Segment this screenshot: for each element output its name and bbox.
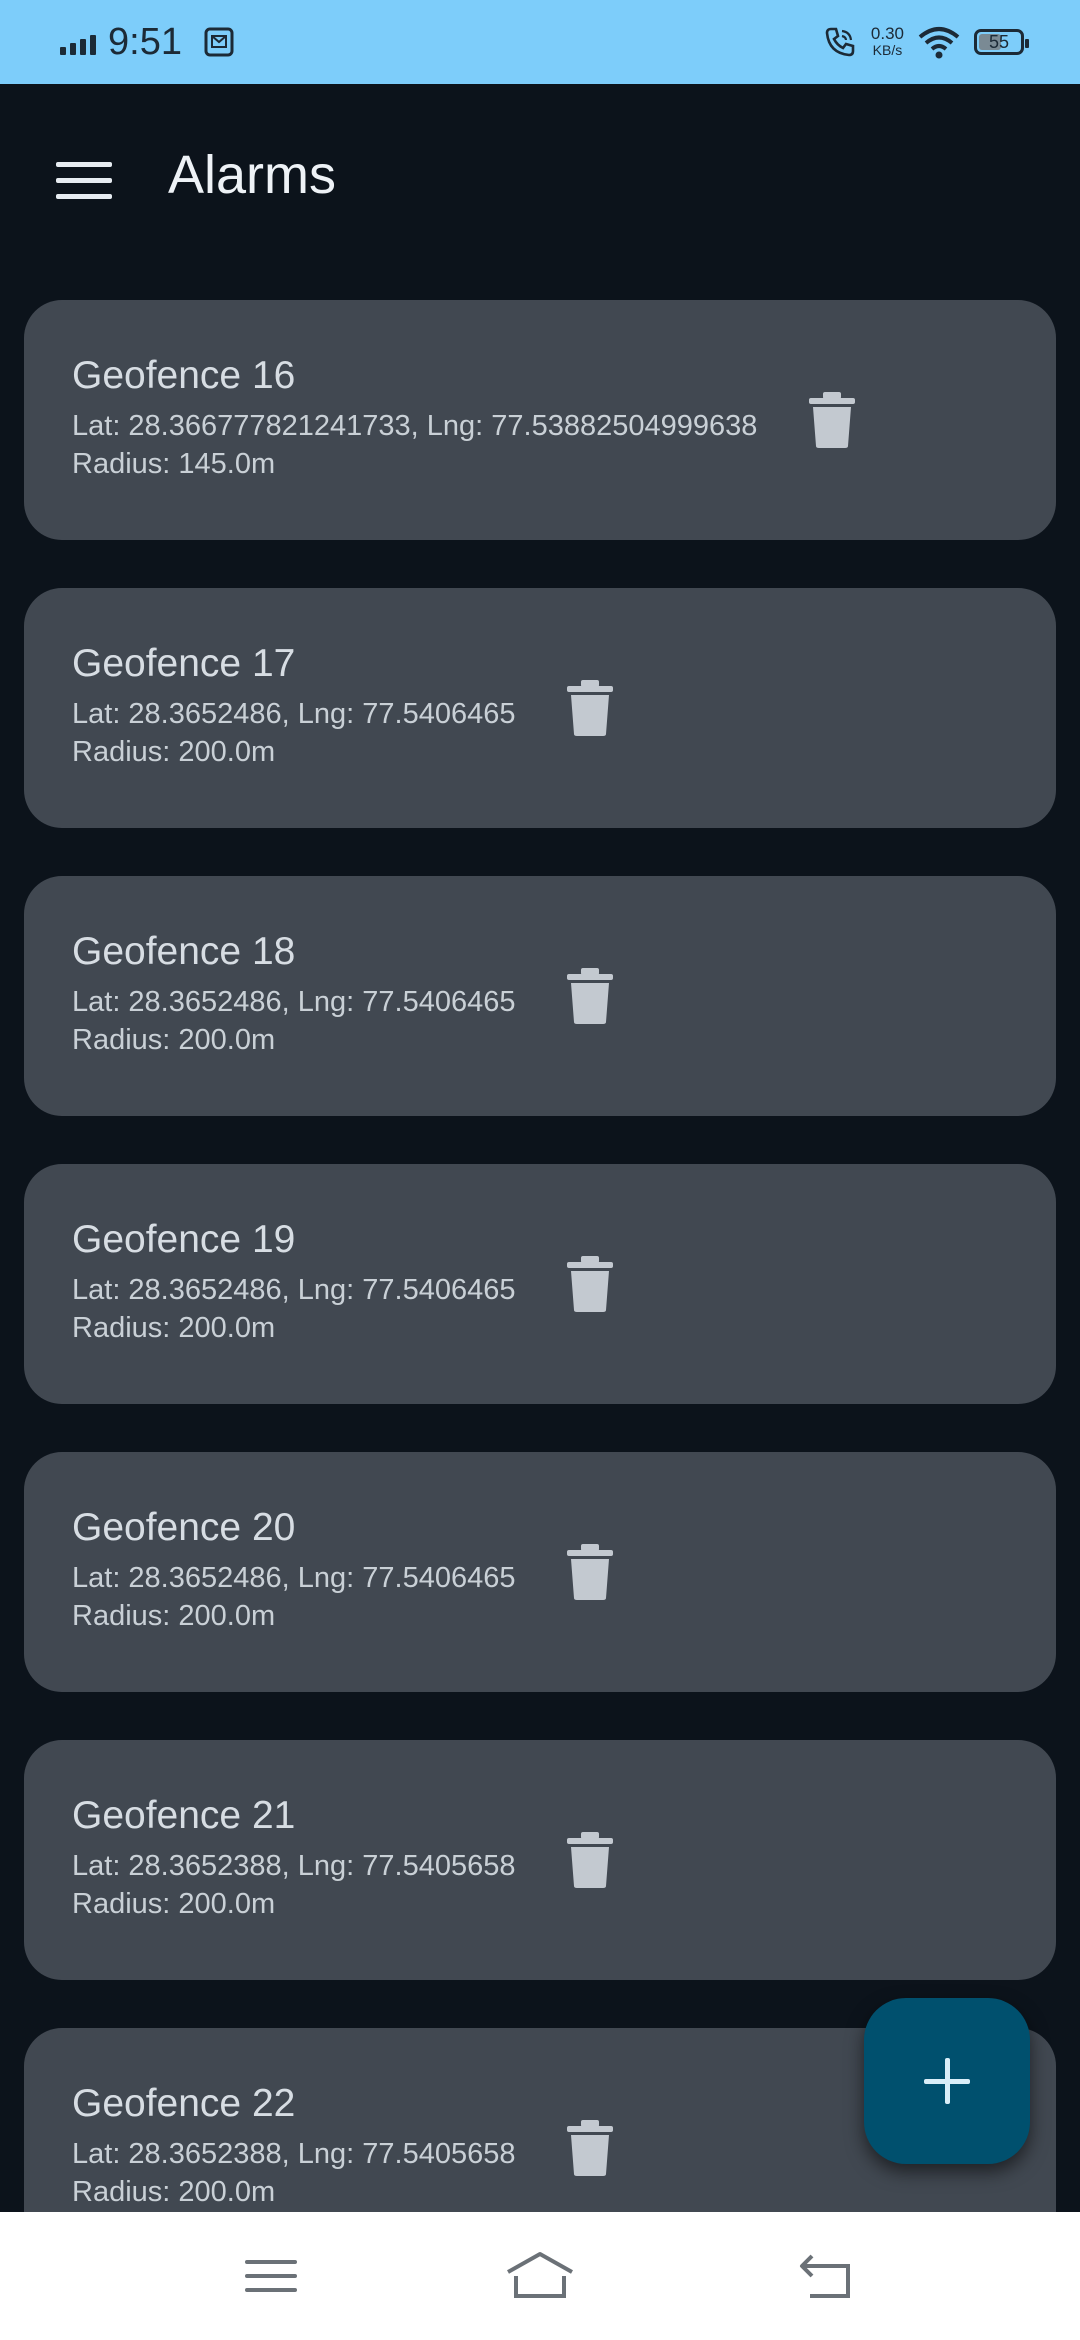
trash-icon[interactable]: [567, 678, 613, 736]
geofence-name: Geofence 22: [72, 2082, 296, 2125]
status-bar: 9:51 0.30 KB/s 55: [0, 0, 1080, 84]
page-title: Alarms: [168, 145, 337, 205]
geofence-card[interactable]: Geofence 18 Lat: 28.3652486, Lng: 77.5406…: [24, 876, 1056, 1116]
trash-icon[interactable]: [567, 2118, 613, 2176]
geofence-coordinates: Lat: 28.3652486, Lng: 77.5406465: [72, 698, 516, 730]
geofence-name: Geofence 21: [72, 1794, 296, 1837]
hamburger-menu-icon[interactable]: [56, 158, 112, 202]
geofence-card[interactable]: Geofence 21 Lat: 28.3652388, Lng: 77.5405…: [24, 1740, 1056, 1980]
geofence-card[interactable]: Geofence 16 Lat: 28.366777821241733, Lng:…: [24, 300, 1056, 540]
geofence-radius: Radius: 200.0m: [72, 1024, 276, 1056]
trash-icon[interactable]: [809, 390, 855, 448]
geofence-name: Geofence 18: [72, 930, 296, 973]
back-icon[interactable]: [784, 2246, 864, 2306]
geofence-coordinates: Lat: 28.3652388, Lng: 77.5405658: [72, 2138, 516, 2170]
battery-icon: 55: [974, 29, 1029, 55]
geofence-coordinates: Lat: 28.3652486, Lng: 77.5406465: [72, 986, 516, 1018]
geofence-radius: Radius: 145.0m: [72, 448, 276, 480]
geofence-card[interactable]: Geofence 17 Lat: 28.3652486, Lng: 77.5406…: [24, 588, 1056, 828]
geofence-radius: Radius: 200.0m: [72, 1600, 276, 1632]
geofence-name: Geofence 19: [72, 1218, 296, 1261]
call-icon: [825, 27, 855, 57]
geofence-coordinates: Lat: 28.3652486, Lng: 77.5406465: [72, 1562, 516, 1594]
app-bar: Alarms: [0, 84, 1080, 280]
geofence-coordinates: Lat: 28.3652388, Lng: 77.5405658: [72, 1850, 516, 1882]
add-geofence-button[interactable]: [864, 1998, 1030, 2164]
geofence-coordinates: Lat: 28.366777821241733, Lng: 77.5388250…: [72, 410, 758, 442]
battery-level: 55: [988, 31, 1010, 52]
net-speed-unit: KB/s: [872, 42, 903, 58]
recents-icon[interactable]: [231, 2246, 311, 2306]
system-nav-bar: [0, 2212, 1080, 2340]
geofence-name: Geofence 17: [72, 642, 296, 685]
geofence-radius: Radius: 200.0m: [72, 2176, 276, 2208]
geofence-name: Geofence 16: [72, 354, 296, 397]
geofence-radius: Radius: 200.0m: [72, 1888, 276, 1920]
wifi-icon: [918, 27, 960, 59]
geofence-radius: Radius: 200.0m: [72, 1312, 276, 1344]
trash-icon[interactable]: [567, 1254, 613, 1312]
geofence-coordinates: Lat: 28.3652486, Lng: 77.5406465: [72, 1274, 516, 1306]
trash-icon[interactable]: [567, 1830, 613, 1888]
geofence-card[interactable]: Geofence 19 Lat: 28.3652486, Lng: 77.5406…: [24, 1164, 1056, 1404]
geofence-name: Geofence 20: [72, 1506, 296, 1549]
geofence-radius: Radius: 200.0m: [72, 736, 276, 768]
network-speed: 0.30 KB/s: [870, 24, 904, 58]
home-icon[interactable]: [500, 2246, 580, 2306]
status-time: 9:51: [108, 20, 182, 63]
geofence-list[interactable]: Geofence 16 Lat: 28.366777821241733, Lng:…: [24, 300, 1056, 2212]
signal-icon: [60, 29, 96, 55]
geofence-card[interactable]: Geofence 20 Lat: 28.3652486, Lng: 77.5406…: [24, 1452, 1056, 1692]
trash-icon[interactable]: [567, 1542, 613, 1600]
trash-icon[interactable]: [567, 966, 613, 1024]
net-speed-value: 0.30: [870, 24, 904, 43]
message-icon: [204, 27, 234, 57]
